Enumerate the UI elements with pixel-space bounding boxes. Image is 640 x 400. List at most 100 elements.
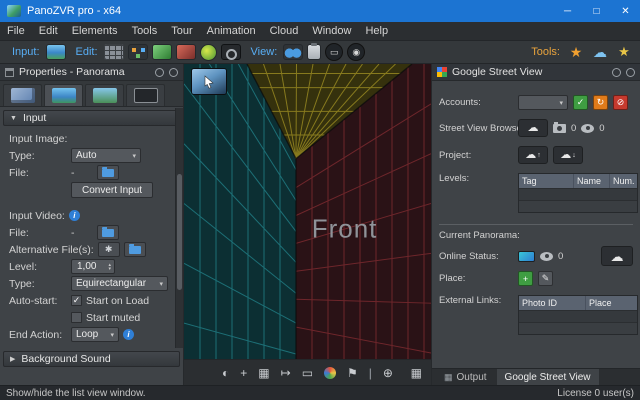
grid-toggle-icon[interactable]: ▦ <box>411 367 422 379</box>
cloud-icon: ☁ <box>528 123 539 134</box>
preview-toggle-icon[interactable]: ▭ <box>325 43 343 61</box>
table-row[interactable] <box>519 322 637 334</box>
remove-account-button[interactable]: ⊘ <box>613 95 628 110</box>
visibility-toggle-icon[interactable]: ◉ <box>347 43 365 61</box>
tab-google-street-view[interactable]: Google Street View <box>497 369 599 385</box>
viewer-column: Front ◐ + ▦ ↦ ▭ ⚑ | ⊕ ▦ <box>184 64 431 385</box>
add-place-button[interactable]: + <box>518 271 533 286</box>
menu-elements[interactable]: Elements <box>65 22 125 40</box>
toolbar-separator: | <box>369 367 372 379</box>
properties-scrollbar[interactable] <box>175 108 183 348</box>
scrollbar-thumb[interactable] <box>177 174 182 290</box>
refresh-account-button[interactable]: ↻ <box>593 95 608 110</box>
accounts-select[interactable]: ▾ <box>518 95 568 110</box>
menu-cloud[interactable]: Cloud <box>263 22 306 40</box>
menu-edit[interactable]: Edit <box>32 22 65 40</box>
node-jump-icon[interactable]: ↦ <box>281 367 291 379</box>
panel-close-icon[interactable] <box>626 68 635 77</box>
menu-file[interactable]: File <box>0 22 32 40</box>
input-image-group-label: Input Image: <box>9 133 67 145</box>
background-sound-section-header[interactable]: ▶ Background Sound <box>3 351 180 367</box>
upload-panorama-button[interactable]: ☁ <box>601 246 633 266</box>
media-editor-icon[interactable] <box>200 44 217 61</box>
alt-files-browse-button[interactable] <box>124 242 146 257</box>
preview-thumbnail[interactable] <box>192 69 226 94</box>
panorama-input-icon[interactable] <box>46 44 66 60</box>
browse-video-file-button[interactable] <box>97 225 119 240</box>
end-action-select[interactable]: Loop ▾ <box>71 327 119 342</box>
close-button[interactable]: ✕ <box>611 0 640 22</box>
image-tab-icon <box>93 88 117 103</box>
palette-icon[interactable] <box>324 367 336 379</box>
add-account-button[interactable]: ✓ <box>573 95 588 110</box>
project-upload-button[interactable]: ☁ ↑ <box>518 146 548 164</box>
street-view-panel-title: Google Street View <box>452 66 607 78</box>
panel-undock-icon[interactable] <box>155 68 164 77</box>
patch-view-icon[interactable]: ▭ <box>302 367 313 379</box>
table-row[interactable] <box>519 310 637 322</box>
folder-icon <box>129 246 141 254</box>
info-icon[interactable]: i <box>123 329 134 340</box>
cloud-upload-icon[interactable]: ☁ <box>590 44 610 60</box>
tab-display[interactable] <box>126 84 165 106</box>
menu-help[interactable]: Help <box>358 22 395 40</box>
down-arrow-icon: ↓ <box>572 152 576 159</box>
video-editor-icon[interactable] <box>221 44 241 60</box>
start-muted-checkbox[interactable] <box>71 312 82 323</box>
video-type-select[interactable]: Equirectangular ▾ <box>71 276 168 291</box>
tab-output[interactable]: ▦ Output <box>436 369 495 385</box>
tour-map-icon[interactable] <box>128 44 148 60</box>
cloud-icon: ☁ <box>560 150 571 161</box>
online-eye-count: 0 <box>558 251 563 262</box>
convert-input-button[interactable]: Convert Input <box>71 182 153 198</box>
tile-viewer-icon[interactable] <box>104 44 124 60</box>
edit-place-button[interactable]: ✎ <box>538 271 553 286</box>
level-spinner[interactable]: 1,00 ▴▾ <box>71 259 115 274</box>
maximize-button[interactable]: □ <box>582 0 611 22</box>
menu-tour[interactable]: Tour <box>164 22 199 40</box>
open-street-view-browser-button[interactable]: ☁ <box>518 119 548 137</box>
display-tab-icon <box>134 88 158 103</box>
properties-panel-title: Properties - Panorama <box>19 66 150 78</box>
center-view-icon[interactable]: ⊕ <box>383 367 393 379</box>
favorites-icon[interactable]: ★ <box>614 44 634 60</box>
magic-wand-icon[interactable]: ★ <box>566 44 586 60</box>
front-face-label: Front <box>312 214 378 245</box>
info-icon[interactable]: i <box>69 210 80 221</box>
minimize-button[interactable]: ─ <box>553 0 582 22</box>
chevron-down-icon: ▾ <box>132 152 136 160</box>
input-section-header[interactable]: ▼ Input <box>3 110 180 126</box>
properties-tabbar <box>0 81 183 107</box>
tab-tour[interactable] <box>3 84 42 106</box>
table-row[interactable] <box>519 200 637 212</box>
panorama-viewport[interactable]: Front <box>184 64 431 359</box>
tab-panorama[interactable] <box>44 84 83 106</box>
browse-image-file-button[interactable] <box>97 165 119 180</box>
panel-undock-icon[interactable] <box>612 68 621 77</box>
menu-tools[interactable]: Tools <box>125 22 165 40</box>
end-action-value: Loop <box>76 329 98 340</box>
alt-files-settings-button[interactable]: ✱ <box>98 242 120 257</box>
project-download-button[interactable]: ☁ ↓ <box>553 146 583 164</box>
cube-editor-icon[interactable] <box>152 44 172 60</box>
input-type-select[interactable]: Auto ▾ <box>71 148 141 163</box>
cloud-icon: ☁ <box>611 250 624 263</box>
zoom-in-icon[interactable]: + <box>240 367 247 379</box>
binoculars-icon[interactable] <box>283 44 303 60</box>
video-file-label: File: <box>9 227 67 239</box>
menu-window[interactable]: Window <box>305 22 358 40</box>
tab-image[interactable] <box>85 84 124 106</box>
hotspot-flag-icon[interactable]: ⚑ <box>347 367 358 379</box>
patch-editor-icon[interactable] <box>176 44 196 60</box>
street-view-body: Accounts: ▾ ✓ ↻ ⊘ Street View Browser: ☁ <box>432 81 640 368</box>
start-on-load-checkbox[interactable]: ✓ <box>71 295 82 306</box>
input-group-label: Input: <box>12 46 40 58</box>
tile-view-icon[interactable]: ▦ <box>258 367 269 379</box>
menu-animation[interactable]: Animation <box>200 22 263 40</box>
table-row[interactable] <box>519 188 637 200</box>
panel-close-icon[interactable] <box>169 68 178 77</box>
spinner-arrows-icon[interactable]: ▴▾ <box>108 263 111 271</box>
clipboard-icon[interactable] <box>307 44 321 60</box>
projection-icon[interactable]: ◐ <box>222 367 229 379</box>
panorama-tab-icon <box>52 88 76 103</box>
